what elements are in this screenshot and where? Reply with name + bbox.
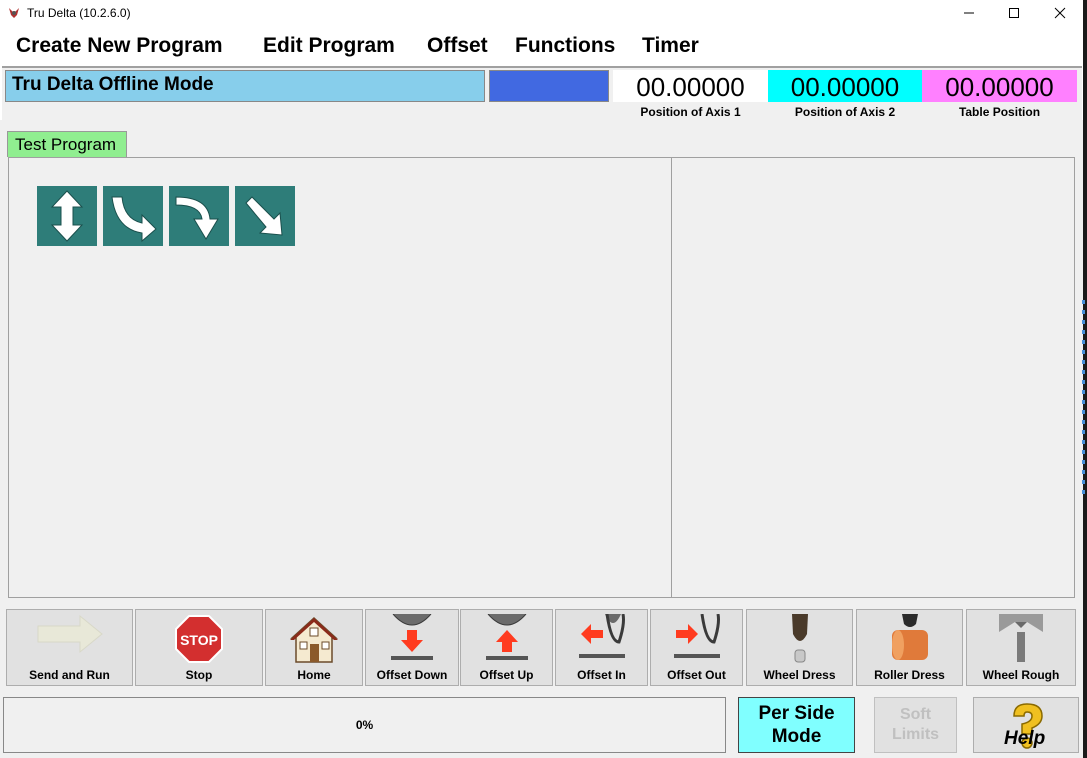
send-and-run-label: Send and Run [29, 668, 110, 682]
offset-out-icon [673, 614, 720, 658]
offset-out-button[interactable]: Offset Out [650, 609, 743, 686]
wheel-rough-icon [999, 614, 1043, 662]
help-button[interactable]: Help [973, 697, 1079, 753]
close-icon [1054, 7, 1066, 19]
send-arrow-icon [37, 614, 103, 654]
scrollbar-marks [1082, 300, 1085, 500]
mode-label: Tru Delta Offline Mode [5, 70, 485, 102]
offset-down-icon [391, 614, 433, 660]
table-position-value: 00.00000 [922, 70, 1077, 102]
app-icon [9, 8, 19, 18]
per-side-mode-line2: Mode [771, 726, 822, 747]
maximize-icon [1009, 8, 1019, 18]
close-button[interactable] [1037, 0, 1083, 26]
wheel-rough-label: Wheel Rough [982, 668, 1060, 682]
vertical-arrows-icon [50, 190, 84, 242]
status-indicator [489, 70, 609, 102]
wheel-dress-icon [791, 614, 808, 663]
stop-label: Stop [185, 668, 213, 682]
soft-limits-line1: Soft [899, 706, 932, 723]
diagonal-down-right-arrow-icon [245, 196, 283, 236]
menu-edit-program[interactable]: Edit Program [263, 34, 395, 58]
menu-functions[interactable]: Functions [515, 34, 615, 58]
per-side-mode-line1: Per Side [758, 703, 835, 724]
stop-sign-text: STOP [180, 632, 218, 648]
table-position-label: Table Position [958, 105, 1041, 119]
axis2-position-label: Position of Axis 2 [794, 105, 896, 119]
home-button[interactable]: Home [265, 609, 363, 686]
roller-dress-button[interactable]: Roller Dress [856, 609, 963, 686]
minimize-icon [964, 12, 974, 14]
axis1-position-label: Position of Axis 1 [640, 105, 741, 119]
tab-test-program[interactable]: Test Program [7, 131, 127, 157]
toolbar: Send and Run STOP Stop Home Offset Down [0, 606, 1085, 692]
title-bar: Tru Delta (10.2.6.0) [0, 0, 1087, 26]
maximize-button[interactable] [991, 0, 1037, 26]
help-label: Help [1004, 728, 1046, 749]
home-icon [290, 616, 338, 663]
menu-timer[interactable]: Timer [642, 34, 699, 58]
offset-in-button[interactable]: Offset In [555, 609, 648, 686]
menu-create-new-program[interactable]: Create New Program [16, 34, 223, 58]
curve-down-arrow-icon [175, 196, 219, 240]
offset-up-button[interactable]: Offset Up [460, 609, 553, 686]
curve-right-down-arrow-icon [111, 196, 157, 243]
wheel-dress-label: Wheel Dress [763, 668, 836, 682]
step-diagonal-down-right[interactable] [235, 186, 295, 246]
offset-up-icon [485, 614, 528, 660]
progress-bar: 0% [3, 697, 726, 753]
offset-down-label: Offset Down [376, 668, 448, 682]
details-panel [671, 157, 1075, 598]
soft-limits-button[interactable]: Soft Limits [874, 697, 957, 753]
stop-sign-icon: STOP [175, 615, 223, 663]
step-curve-right-down[interactable] [103, 186, 163, 246]
roller-dress-label: Roller Dress [874, 668, 945, 682]
soft-limits-line2: Limits [891, 726, 940, 743]
roller-dress-icon [891, 614, 928, 660]
axis1-position-value: 00.00000 [613, 70, 768, 102]
stop-button[interactable]: STOP Stop [135, 609, 263, 686]
menu-offset[interactable]: Offset [427, 34, 488, 58]
offset-down-button[interactable]: Offset Down [365, 609, 459, 686]
wheel-rough-button[interactable]: Wheel Rough [966, 609, 1076, 686]
offset-up-label: Offset Up [479, 668, 534, 682]
send-and-run-button[interactable]: Send and Run [6, 609, 133, 686]
step-curve-down[interactable] [169, 186, 229, 246]
offset-out-label: Offset Out [667, 668, 726, 682]
menu-bar: Create New Program Edit Program Offset F… [0, 30, 1085, 64]
offset-in-label: Offset In [577, 668, 626, 682]
home-label: Home [297, 668, 331, 682]
status-row: Tru Delta Offline Mode 00.00000 00.00000… [2, 66, 1082, 120]
per-side-mode-button[interactable]: Per Side Mode [738, 697, 855, 753]
window-title: Tru Delta (10.2.6.0) [27, 6, 131, 20]
minimize-button[interactable] [946, 0, 992, 26]
offset-in-icon [578, 614, 625, 658]
step-vertical-arrows[interactable] [37, 186, 97, 246]
bottom-bar: 0% Per Side Mode Soft Limits Help [0, 692, 1085, 758]
wheel-dress-button[interactable]: Wheel Dress [746, 609, 853, 686]
progress-text: 0% [355, 718, 374, 732]
axis2-position-value: 00.00000 [768, 70, 922, 102]
